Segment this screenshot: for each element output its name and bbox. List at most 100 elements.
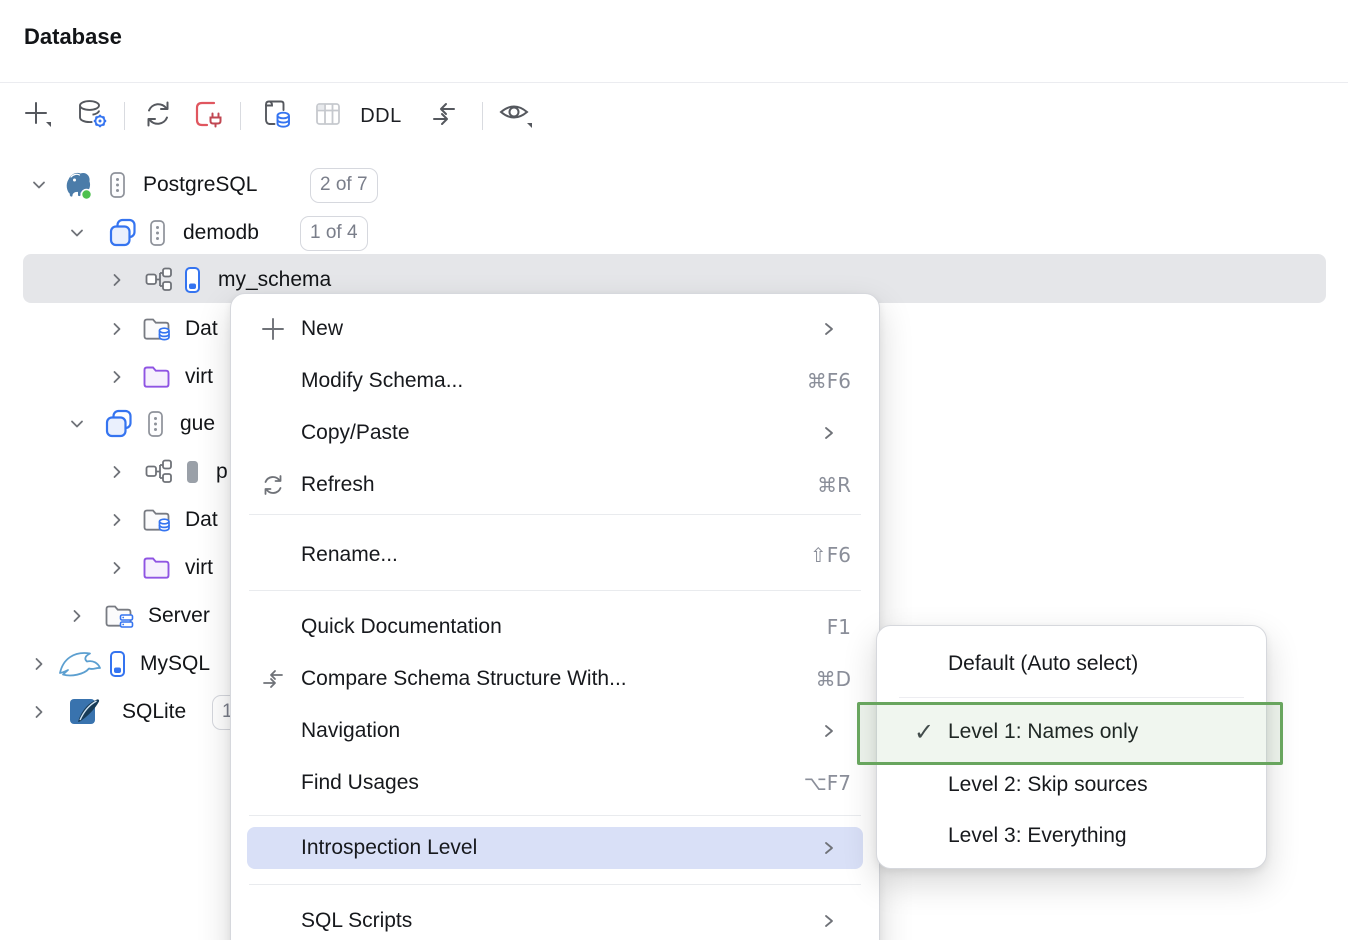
- chevron-down-icon[interactable]: [68, 400, 86, 448]
- view-options-button[interactable]: [496, 98, 538, 134]
- menu-item-shortcut: ⌘D: [816, 667, 863, 691]
- menu-separator: [249, 514, 861, 515]
- menu-item-shortcut: ⌥F7: [804, 771, 863, 795]
- menu-item-copy-paste[interactable]: Copy/Paste: [247, 407, 863, 459]
- tree-item-label[interactable]: MySQL: [140, 652, 210, 676]
- chevron-right-icon[interactable]: [108, 305, 126, 353]
- database-gear-icon: [76, 98, 108, 135]
- plus-icon: [259, 315, 287, 343]
- menu-item-compare-schema-structure[interactable]: Compare Schema Structure With... ⌘D: [247, 653, 863, 705]
- submenu-item-default[interactable]: Default (Auto select): [891, 638, 1252, 690]
- toolbar-separator: [124, 102, 125, 130]
- submenu-item-level-2[interactable]: Level 2: Skip sources: [891, 760, 1252, 810]
- submenu-item-label: Level 3: Everything: [948, 824, 1127, 848]
- menu-item-label: Rename...: [301, 543, 398, 567]
- tree-item-label[interactable]: Dat: [185, 508, 218, 532]
- tree-item-label[interactable]: virt: [185, 556, 213, 580]
- tree-row-postgresql[interactable]: PostgreSQL 2 of 7: [0, 161, 1348, 209]
- chevron-down-icon[interactable]: [30, 161, 48, 209]
- introspection-level-indicator-icon: [110, 640, 125, 688]
- disconnect-button[interactable]: [190, 98, 226, 134]
- submenu-separator: [899, 697, 1244, 698]
- menu-item-refresh[interactable]: Refresh ⌘R: [247, 459, 863, 511]
- tree-item-label[interactable]: gue: [180, 412, 215, 436]
- ddl-button[interactable]: DDL: [352, 98, 410, 134]
- disconnect-plug-icon: [192, 98, 224, 135]
- chevron-down-icon[interactable]: [68, 209, 86, 257]
- menu-separator: [249, 815, 861, 816]
- menu-item-label: Copy/Paste: [301, 421, 410, 445]
- folder-server-icon: [104, 592, 136, 640]
- tree-item-label[interactable]: Server: [148, 604, 210, 628]
- data-source-properties-button[interactable]: [74, 98, 110, 134]
- submenu-item-label: Default (Auto select): [948, 652, 1138, 676]
- chevron-right-icon[interactable]: [108, 496, 126, 544]
- page-title: Database: [24, 24, 122, 50]
- chevron-right-icon[interactable]: [108, 544, 126, 592]
- submenu-item-level-3[interactable]: Level 3: Everything: [891, 810, 1252, 862]
- menu-separator: [249, 884, 861, 885]
- chevron-right-icon[interactable]: [30, 640, 48, 688]
- chevron-right-icon[interactable]: [108, 256, 126, 304]
- menu-item-navigation[interactable]: Navigation: [247, 705, 863, 757]
- menu-item-shortcut: ⌘R: [817, 473, 863, 497]
- refresh-icon: [259, 471, 287, 499]
- menu-item-new[interactable]: New: [247, 303, 863, 355]
- folder-purple-icon: [142, 544, 174, 592]
- menu-item-rename[interactable]: Rename... ⇧F6: [247, 529, 863, 581]
- header-divider: [0, 82, 1348, 83]
- chevron-right-icon[interactable]: [108, 353, 126, 401]
- menu-item-sql-scripts[interactable]: SQL Scripts: [247, 895, 863, 940]
- introspection-level-indicator-icon: [185, 448, 200, 496]
- introspection-level-indicator-icon: [110, 161, 125, 209]
- menu-item-label: Introspection Level: [301, 836, 477, 860]
- table-editor-button[interactable]: [310, 98, 346, 134]
- refresh-button[interactable]: [140, 98, 176, 134]
- compare-structure-button[interactable]: [426, 98, 462, 134]
- menu-item-label: Quick Documentation: [301, 615, 502, 639]
- menu-item-modify-schema[interactable]: Modify Schema... ⌘F6: [247, 355, 863, 407]
- tree-item-label[interactable]: p: [216, 460, 228, 484]
- plus-dropdown-icon: [21, 97, 55, 136]
- chevron-right-icon[interactable]: [108, 448, 126, 496]
- tree-item-label[interactable]: my_schema: [218, 268, 331, 292]
- chevron-right-icon[interactable]: [68, 592, 86, 640]
- menu-item-quick-documentation[interactable]: Quick Documentation F1: [247, 601, 863, 653]
- query-console-button[interactable]: [258, 98, 294, 134]
- menu-item-label: Find Usages: [301, 771, 419, 795]
- database-icon: [108, 209, 138, 257]
- menu-item-introspection-level[interactable]: Introspection Level: [247, 827, 863, 869]
- chevron-right-icon[interactable]: [30, 688, 48, 736]
- menu-item-label: Modify Schema...: [301, 369, 463, 393]
- console-database-icon: [259, 98, 293, 135]
- add-data-source-button[interactable]: [20, 98, 56, 134]
- mysql-dolphin-icon: [56, 640, 108, 688]
- tree-item-label[interactable]: SQLite: [122, 700, 186, 724]
- tree-item-label[interactable]: virt: [185, 365, 213, 389]
- schema-icon: [144, 448, 174, 496]
- tree-item-label[interactable]: PostgreSQL: [143, 173, 257, 197]
- submenu-chevron-icon: [821, 320, 837, 343]
- table-grid-icon: [313, 99, 343, 134]
- database-icon: [104, 400, 134, 448]
- status-badge: 1 of 4: [300, 216, 368, 251]
- submenu-chevron-icon: [821, 912, 837, 935]
- refresh-icon: [142, 98, 174, 135]
- tree-row-demodb[interactable]: demodb 1 of 4: [0, 209, 1348, 257]
- menu-item-shortcut: F1: [827, 615, 863, 639]
- menu-item-shortcut: ⌘F6: [807, 369, 863, 393]
- sqlite-icon: [68, 688, 102, 736]
- introspection-level-indicator-icon: [148, 400, 163, 448]
- postgresql-elephant-icon: [62, 161, 96, 209]
- folder-purple-icon: [142, 353, 174, 401]
- introspection-level-indicator-icon: [185, 256, 200, 304]
- menu-item-find-usages[interactable]: Find Usages ⌥F7: [247, 757, 863, 809]
- submenu-chevron-icon: [821, 722, 837, 745]
- tree-item-label[interactable]: Dat: [185, 317, 218, 341]
- schema-icon: [144, 256, 174, 304]
- menu-item-label: SQL Scripts: [301, 909, 412, 933]
- submenu-item-label: Level 2: Skip sources: [948, 773, 1148, 797]
- tree-item-label[interactable]: demodb: [183, 221, 259, 245]
- ddl-label: DDL: [360, 105, 402, 128]
- toolbar-separator: [482, 102, 483, 130]
